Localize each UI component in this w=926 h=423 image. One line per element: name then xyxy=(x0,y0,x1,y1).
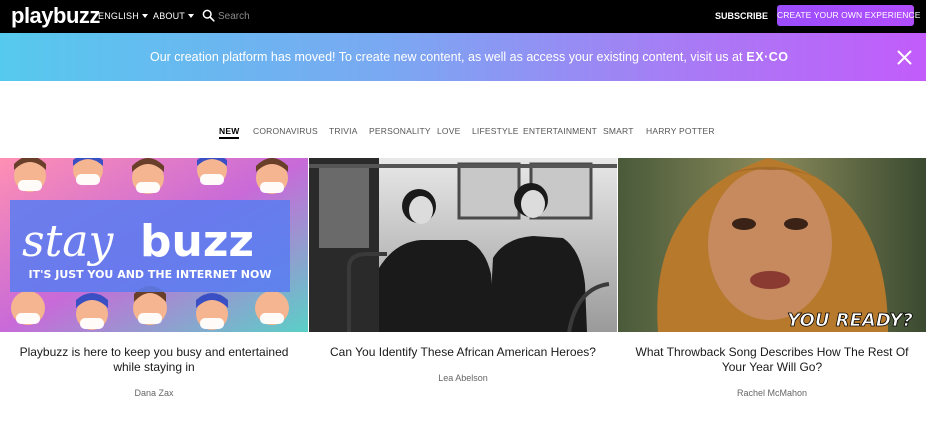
card-author: Rachel McMahon xyxy=(736,388,808,398)
article-card[interactable]: stay buzz IT'S JUST YOU AND THE INTERNET… xyxy=(0,158,308,408)
stay-buzz-illustration: stay buzz IT'S JUST YOU AND THE INTERNET… xyxy=(0,158,308,332)
about-dropdown[interactable]: ABOUT xyxy=(153,10,195,23)
article-card[interactable]: YOU READY? What Throwback Song Describes… xyxy=(618,158,926,408)
language-dropdown[interactable]: ENGLISH xyxy=(98,10,148,23)
announcement-banner: Our creation platform has moved! To crea… xyxy=(0,33,926,81)
search-input[interactable] xyxy=(218,8,328,24)
tab-new[interactable]: NEW xyxy=(219,124,240,139)
language-label: ENGLISH xyxy=(98,11,139,21)
tab-coronavirus[interactable]: CORONAVIRUS xyxy=(253,124,318,138)
buzz-headline-text: buzz xyxy=(140,216,254,267)
tab-trivia[interactable]: TRIVIA xyxy=(329,124,358,138)
top-navigation-bar: playbuzz ENGLISH ABOUT SUBSCRIBE CREATE … xyxy=(0,0,926,33)
banner-text: Our creation platform has moved! To crea… xyxy=(150,50,743,64)
stay-script-text: stay xyxy=(22,216,114,267)
chevron-down-icon xyxy=(141,14,148,18)
chevron-down-icon xyxy=(188,14,195,18)
search-box xyxy=(202,8,332,24)
playbuzz-logo[interactable]: playbuzz xyxy=(11,3,100,29)
subscribe-link[interactable]: SUBSCRIBE xyxy=(715,10,768,23)
stay-buzz-subline: IT'S JUST YOU AND THE INTERNET NOW xyxy=(29,268,272,281)
create-experience-button[interactable]: CREATE YOUR OWN EXPERIENCE xyxy=(777,5,920,26)
search-icon[interactable] xyxy=(202,9,215,22)
singer-gif: YOU READY? xyxy=(618,158,926,332)
card-title[interactable]: Can You Identify These African American … xyxy=(315,345,611,360)
card-title[interactable]: What Throwback Song Describes How The Re… xyxy=(624,345,920,375)
tab-personality[interactable]: PERSONALITY xyxy=(369,124,431,138)
you-ready-caption: YOU READY? xyxy=(787,310,913,331)
exco-link[interactable]: EX·CO xyxy=(746,50,788,64)
tab-love[interactable]: LOVE xyxy=(437,124,460,138)
about-label: ABOUT xyxy=(153,11,186,21)
banner-message: Our creation platform has moved! To crea… xyxy=(150,49,789,65)
close-icon[interactable] xyxy=(897,50,912,65)
tab-smart[interactable]: SMART xyxy=(603,124,634,138)
card-author: Dana Zax xyxy=(134,388,174,398)
tab-lifestyle[interactable]: LIFESTYLE xyxy=(472,124,519,138)
bus-photo xyxy=(309,158,617,332)
card-title[interactable]: Playbuzz is here to keep you busy and en… xyxy=(6,345,302,375)
card-author: Lea Abelson xyxy=(438,373,488,383)
article-card[interactable]: Can You Identify These African American … xyxy=(309,158,617,408)
tab-entertainment[interactable]: ENTERTAINMENT xyxy=(523,124,597,138)
tab-harry-potter[interactable]: HARRY POTTER xyxy=(646,124,715,138)
